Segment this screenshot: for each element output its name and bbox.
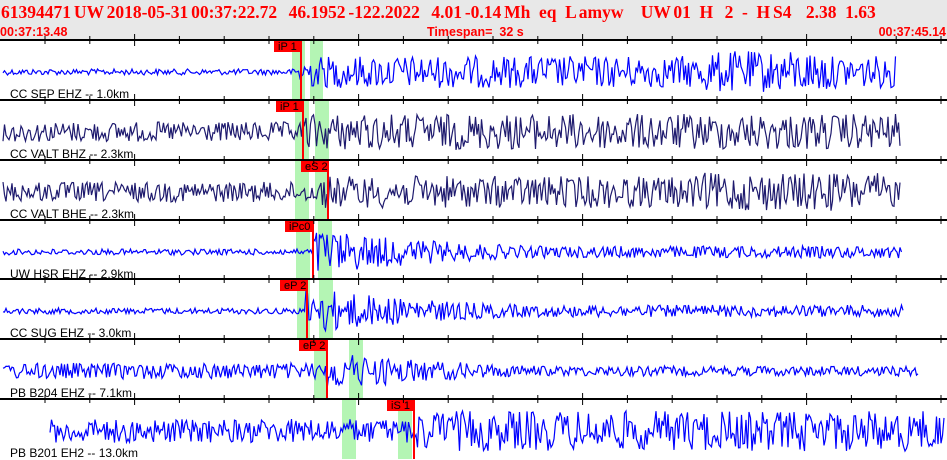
station-label: CC SUG EHZ -- 3.0km [10,326,131,340]
channel-panel[interactable]: eP 2 CC SUG EHZ -- 3.0km [2,280,904,340]
waveform-trace [2,232,903,271]
station-label: PB B201 EH2 -- 13.0km [10,446,138,460]
station-label: CC SEP EHZ -- 1.0km [10,87,129,101]
pick-label: iP 1 [278,41,297,53]
waveform-trace [49,409,945,453]
pick-label: iPc0 [289,221,310,233]
waveform-trace [2,288,904,333]
seismogram-panels[interactable]: iP 1 CC SEP EHZ -- 1.0km iP 1 CC VALT BHZ -… [0,0,947,460]
channel-panel[interactable]: iS 1 PB B201 EH2 -- 13.0km [10,400,945,460]
pick-label: iS 1 [391,400,410,412]
channel-panel[interactable]: eP 2PB B204 EHZ -- 7.1km [2,340,919,400]
channel-panel[interactable]: iP 1 CC VALT BHZ -- 2.3km [2,101,901,161]
waveform-trace [2,51,897,92]
pick-label: eS 2 [305,161,328,173]
channel-panel[interactable]: iP 1 CC SEP EHZ -- 1.0km [2,41,897,101]
channel-panel[interactable]: iPc0UW HSR EHZ -- 2.9km [2,221,903,281]
station-label: CC VALT BHE -- 2.3km [10,207,134,221]
pick-label: eP 2 [284,280,306,292]
waveform-trace [2,112,901,151]
waveform-trace [2,172,901,211]
channel-panel[interactable]: eS 2 CC VALT BHE -- 2.3km [2,161,901,221]
pick-label: iP 1 [280,101,299,113]
pick-window[interactable] [315,101,329,160]
pick-window[interactable] [349,340,363,399]
waveform-trace [2,355,919,390]
station-label: CC VALT BHZ -- 2.3km [10,147,133,161]
station-label: PB B204 EHZ -- 7.1km [10,386,132,400]
